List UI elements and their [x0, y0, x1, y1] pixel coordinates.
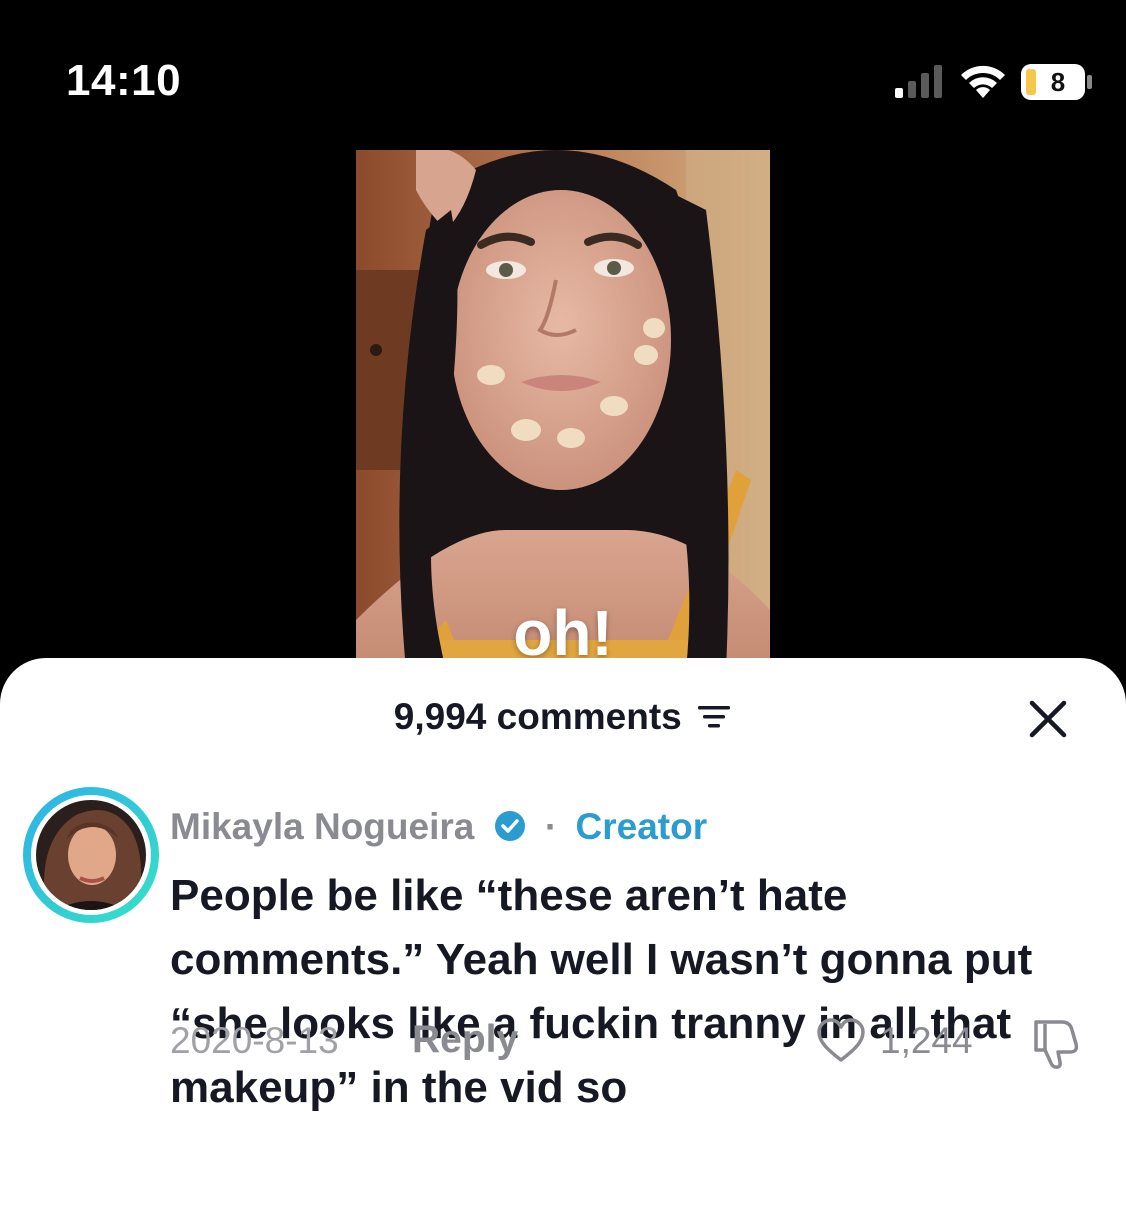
signal-icon	[895, 65, 942, 98]
dislike-icon[interactable]	[1026, 1016, 1082, 1070]
comment-actions: 2020-8-13 Reply 1,244	[0, 1014, 1126, 1074]
wifi-icon	[961, 65, 1005, 98]
comments-sheet: 9,994 comments Mikayla Nogueira · Creato…	[0, 658, 1126, 1218]
comment-text: People be like “these aren’t hate commen…	[170, 871, 1033, 1112]
meta-separator: ·	[544, 806, 558, 847]
sort-icon[interactable]	[696, 703, 732, 731]
video-thumbnail	[356, 150, 770, 670]
battery-level: 8	[1050, 67, 1066, 97]
verified-icon	[494, 811, 525, 841]
heart-icon[interactable]	[816, 1018, 866, 1064]
avatar[interactable]	[36, 800, 146, 910]
comment-count: 9,994 comments	[393, 696, 682, 737]
comment-meta: Mikayla Nogueira · Creator	[170, 806, 707, 848]
close-icon[interactable]	[1027, 698, 1069, 740]
status-time: 14:10	[66, 56, 182, 105]
comment-date: 2020-8-13	[170, 1020, 339, 1061]
comments-header: 9,994 comments	[0, 696, 1126, 746]
status-bar: 14:10 8	[0, 0, 1126, 150]
reply-button[interactable]: Reply	[412, 1018, 518, 1062]
creator-badge: Creator	[575, 806, 708, 847]
like-count: 1,244	[880, 1020, 973, 1061]
video-player[interactable]: oh!	[356, 150, 770, 670]
author-name[interactable]: Mikayla Nogueira	[170, 806, 474, 847]
